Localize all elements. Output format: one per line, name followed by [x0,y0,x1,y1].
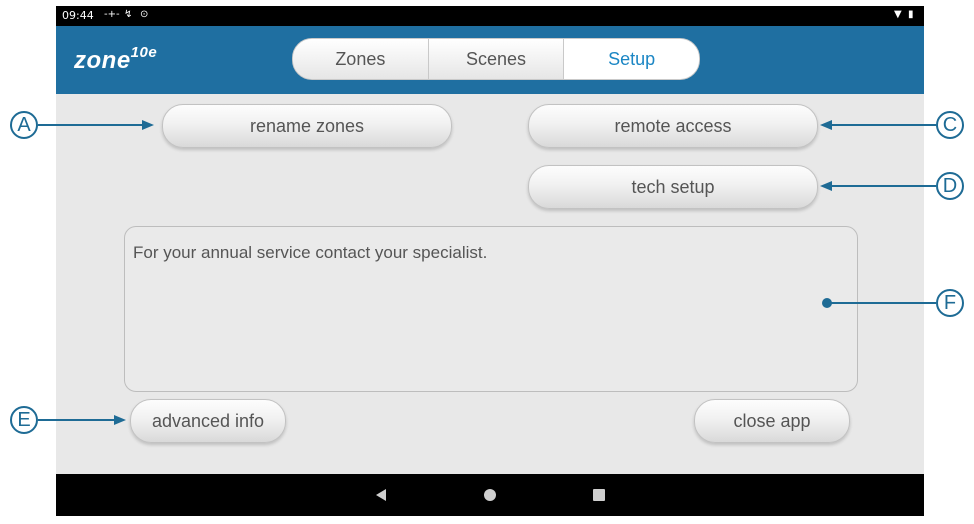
back-icon[interactable] [376,489,386,501]
info-text: For your annual service contact your spe… [133,243,488,262]
system-nav-bar [56,474,924,516]
callout-f-dot [822,298,832,308]
recent-apps-icon[interactable] [593,489,605,501]
callout-a: A [10,111,38,139]
signal-icon: -+- [104,9,120,20]
remote-access-button[interactable]: remote access [528,104,818,148]
rename-zones-button[interactable]: rename zones [162,104,452,148]
close-app-button[interactable]: close app [694,399,850,443]
logo-superscript: 10e [130,44,158,61]
info-panel: For your annual service contact your spe… [124,226,858,392]
callout-f: F [936,289,964,317]
callout-d-arrow [820,181,832,191]
callout-c: C [936,111,964,139]
wifi-icon: ▼ [894,9,902,20]
app-logo: zone10e [74,44,158,75]
usb-icon: ↯ [124,9,133,20]
status-time: 09:44 [62,9,94,22]
alarm-icon: ⊙ [140,9,149,20]
callout-c-arrow [820,120,832,130]
tab-zones[interactable]: Zones [293,39,429,79]
battery-icon: ▮ [908,9,914,20]
callout-d-line [832,185,936,187]
tab-scenes[interactable]: Scenes [428,39,565,79]
tablet-screen: 09:44 -+- ↯ ⊙ ▼ ▮ zone10e Zones Scenes S… [56,6,924,516]
app-header: zone10e Zones Scenes Setup [56,26,924,94]
callout-a-arrow [142,120,154,130]
status-bar: 09:44 -+- ↯ ⊙ ▼ ▮ [56,6,924,26]
callout-c-line [832,124,936,126]
callout-a-line [38,124,142,126]
callout-e-arrow [114,415,126,425]
callout-e-line [38,419,114,421]
advanced-info-button[interactable]: advanced info [130,399,286,443]
tech-setup-button[interactable]: tech setup [528,165,818,209]
callout-e: E [10,406,38,434]
callout-d: D [936,172,964,200]
logo-text: zone [74,47,131,74]
tab-bar: Zones Scenes Setup [292,38,700,80]
home-icon[interactable] [484,489,496,501]
callout-f-line [830,302,936,304]
tab-setup[interactable]: Setup [564,39,699,79]
